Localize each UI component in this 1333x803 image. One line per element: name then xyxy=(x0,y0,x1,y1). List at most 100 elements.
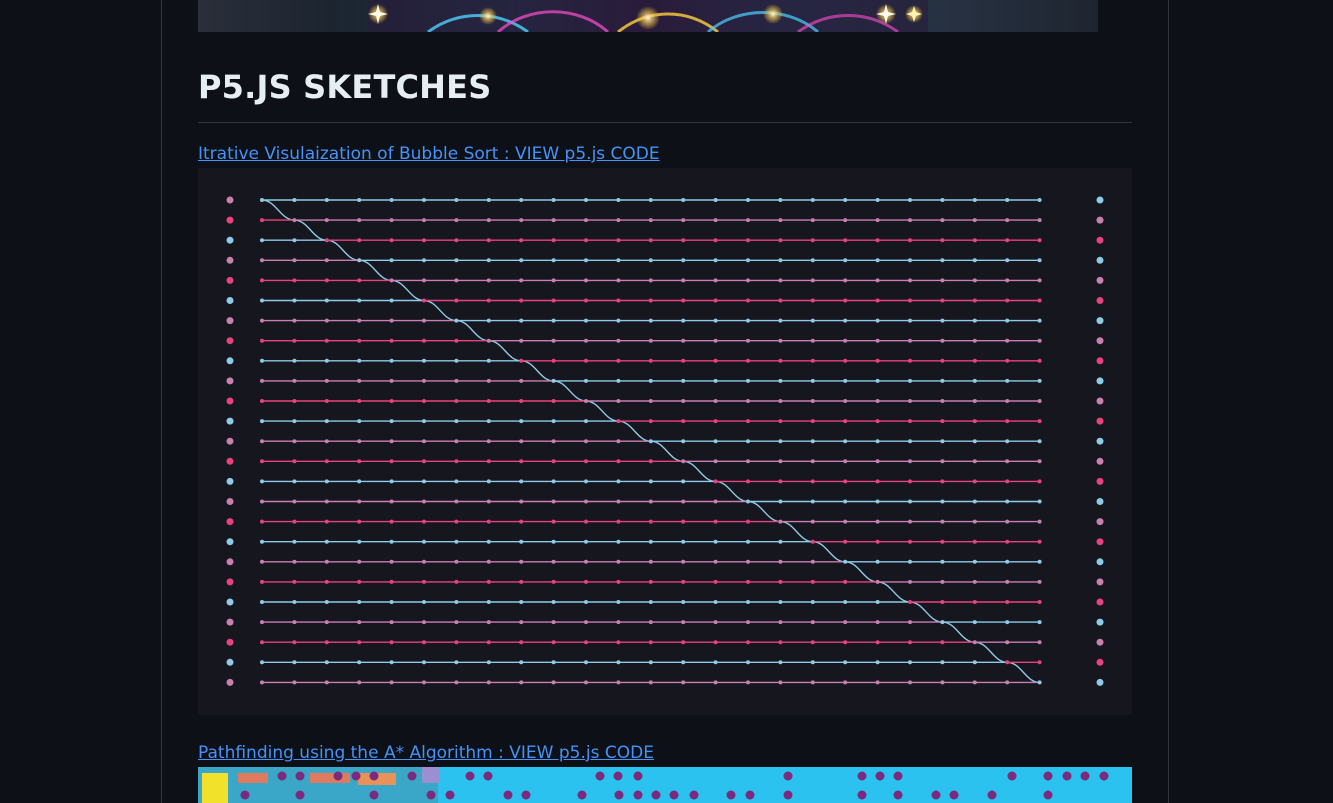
grid-dot xyxy=(389,519,394,524)
grid-dot xyxy=(292,680,297,685)
grid-dot xyxy=(972,318,977,323)
grid-dot xyxy=(454,519,459,524)
grid-dot xyxy=(454,258,459,263)
grid-dot xyxy=(908,620,912,625)
grid-dot xyxy=(292,479,297,484)
wall-cell xyxy=(277,771,287,781)
astar-code-link[interactable]: Pathfinding using the A* Algorithm : VIE… xyxy=(198,743,654,763)
grid-dot xyxy=(746,278,750,283)
grid-dot xyxy=(875,519,880,524)
start-dot xyxy=(226,658,234,666)
grid-dot xyxy=(519,479,524,484)
end-dot xyxy=(1096,558,1104,566)
grid-dot xyxy=(1005,198,1010,202)
grid-dot xyxy=(648,378,653,383)
grid-dot xyxy=(260,579,264,584)
grid-dot xyxy=(551,519,556,524)
grid-dot xyxy=(357,539,362,544)
grid-dot xyxy=(292,660,297,665)
wall-cell xyxy=(633,790,643,800)
grid-dot xyxy=(648,499,653,504)
grid-dot xyxy=(584,278,588,283)
grid-dot xyxy=(778,539,783,544)
grid-dot xyxy=(843,318,848,323)
grid-dot xyxy=(875,640,880,645)
grid-dot xyxy=(1037,680,1042,685)
grid-dot xyxy=(422,338,426,343)
grid-dot xyxy=(486,620,491,625)
grid-dot xyxy=(648,620,653,625)
wall-cell xyxy=(483,771,493,781)
wall-cell xyxy=(949,790,959,800)
grid-dot xyxy=(875,459,880,464)
grid-dot xyxy=(422,459,426,464)
grid-dot xyxy=(519,318,524,323)
grid-dot xyxy=(972,519,977,524)
grid-dot xyxy=(357,499,362,504)
grid-dot xyxy=(940,419,945,424)
end-dot xyxy=(1096,678,1104,686)
grid-dot xyxy=(778,419,783,424)
astar-canvas xyxy=(198,767,1109,803)
grid-dot xyxy=(746,378,750,383)
grid-dot xyxy=(519,439,524,444)
grid-dot xyxy=(681,640,686,645)
grid-dot xyxy=(746,459,750,464)
grid-dot xyxy=(486,459,491,464)
grid-dot xyxy=(875,419,880,424)
grid-dot xyxy=(357,439,362,444)
swap-curve xyxy=(650,440,684,462)
grid-dot xyxy=(519,600,524,604)
grid-dot xyxy=(616,459,621,464)
grid-dot xyxy=(778,298,783,303)
grid-dot xyxy=(908,579,912,584)
grid-dot xyxy=(843,539,848,544)
start-dot xyxy=(226,457,234,465)
grid-dot xyxy=(1005,539,1010,544)
start-dot xyxy=(226,297,234,304)
grid-dot xyxy=(486,338,491,343)
grid-dot xyxy=(292,318,297,323)
grid-dot xyxy=(519,198,524,202)
bubble-sort-code-link[interactable]: Itrative Visulaization of Bubble Sort : … xyxy=(198,144,660,164)
grid-dot xyxy=(908,399,912,403)
grid-dot xyxy=(454,419,459,424)
start-dot xyxy=(226,578,234,586)
grid-dot xyxy=(422,559,426,564)
grid-dot xyxy=(713,238,718,243)
grid-dot xyxy=(292,459,297,464)
grid-dot xyxy=(357,218,362,223)
grid-dot xyxy=(908,559,912,564)
grid-dot xyxy=(940,640,945,645)
grid-dot xyxy=(616,680,621,685)
grid-dot xyxy=(908,539,912,544)
grid-dot xyxy=(1037,479,1042,484)
grid-dot xyxy=(940,579,945,584)
grid-dot xyxy=(486,378,491,383)
wall-cell xyxy=(1062,771,1072,781)
section-title: P5.JS SKETCHES xyxy=(198,68,492,106)
grid-dot xyxy=(422,519,426,524)
grid-dot xyxy=(681,680,686,685)
grid-dot xyxy=(1005,459,1010,464)
grid-dot xyxy=(1037,640,1042,645)
grid-dot xyxy=(454,278,459,283)
grid-dot xyxy=(389,399,394,403)
swap-curve xyxy=(877,581,911,603)
grid-dot xyxy=(713,338,718,343)
grid-dot xyxy=(584,519,588,524)
grid-dot xyxy=(519,399,524,403)
bubble-sort-canvas xyxy=(226,196,1104,686)
grid-dot xyxy=(778,338,783,343)
grid-dot xyxy=(389,680,394,685)
grid-dot xyxy=(454,479,459,484)
grid-dot xyxy=(908,298,912,303)
swap-curve xyxy=(261,199,295,221)
grid-dot xyxy=(519,358,524,363)
grid-dot xyxy=(810,278,815,283)
grid-dot xyxy=(357,680,362,685)
wall-cell xyxy=(689,790,699,800)
swap-curve xyxy=(488,340,522,362)
grid-dot xyxy=(746,419,750,424)
swap-curve xyxy=(683,460,716,483)
